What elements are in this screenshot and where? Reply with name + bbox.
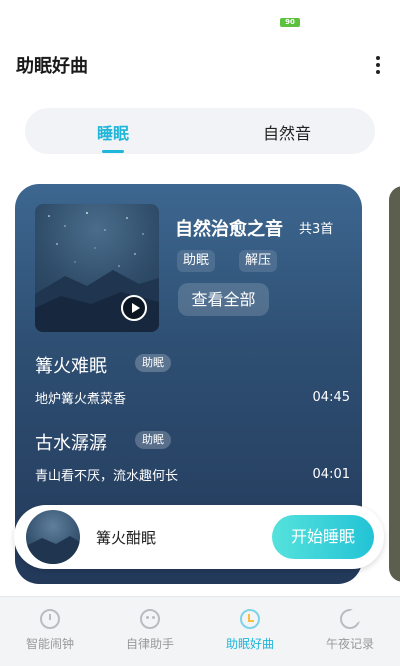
track-name: 古水潺潺	[35, 433, 107, 454]
track-duration: 04:45	[312, 390, 350, 405]
page-title: 助眠好曲	[16, 56, 88, 77]
nav-item-sleep-music[interactable]: 助眠好曲	[200, 597, 300, 666]
header: 助眠好曲	[0, 40, 400, 90]
track-duration: 04:01	[312, 467, 350, 482]
bottom-nav: 智能闹钟 自律助手 助眠好曲 午夜记录	[0, 596, 400, 666]
nav-label: 智能闹钟	[25, 637, 74, 651]
nav-label: 午夜记录	[325, 637, 374, 651]
nav-item-smart-alarm[interactable]: 智能闹钟	[0, 597, 100, 666]
status-bar: 90	[0, 0, 400, 40]
mini-player: 篝火酣眠 开始睡眠	[14, 505, 384, 569]
album-tag: 助眠	[177, 250, 216, 272]
more-vertical-icon[interactable]	[374, 56, 382, 78]
nav-label: 自律助手	[125, 637, 174, 651]
view-all-button[interactable]: 查看全部	[178, 283, 269, 316]
alarm-clock-icon	[40, 609, 60, 629]
tab-nature-sounds[interactable]: 自然音	[263, 120, 311, 144]
player-thumbnail[interactable]	[26, 510, 80, 564]
next-card-peek[interactable]	[389, 186, 400, 582]
track-description: 地炉篝火煮菜香	[35, 392, 127, 407]
track-tag: 助眠	[135, 354, 171, 372]
thumbnail-illustration	[26, 536, 80, 564]
album-tag: 解压	[239, 250, 278, 272]
album-title: 自然治愈之音	[175, 219, 283, 240]
nav-item-self-discipline[interactable]: 自律助手	[100, 597, 200, 666]
start-sleep-button[interactable]: 开始睡眠	[272, 515, 374, 559]
nav-item-midnight-record[interactable]: 午夜记录	[300, 597, 400, 666]
moon-icon	[340, 609, 362, 629]
nav-label: 助眠好曲	[225, 637, 274, 651]
track-tag: 助眠	[135, 431, 171, 449]
play-icon[interactable]	[121, 295, 147, 321]
player-track-title: 篝火酣眠	[96, 529, 157, 547]
album-cover[interactable]	[35, 204, 159, 332]
track-count: 共3首	[299, 222, 334, 237]
active-tab-indicator	[102, 150, 124, 153]
tab-sleep[interactable]: 睡眠	[97, 120, 129, 144]
category-tabs: 睡眠 自然音	[25, 108, 375, 154]
battery-indicator: 90	[280, 18, 300, 27]
track-description: 青山看不厌，流水趣何长	[35, 469, 179, 484]
timer-icon	[240, 609, 260, 629]
track-name: 篝火难眠	[35, 356, 107, 377]
face-icon	[140, 609, 160, 629]
